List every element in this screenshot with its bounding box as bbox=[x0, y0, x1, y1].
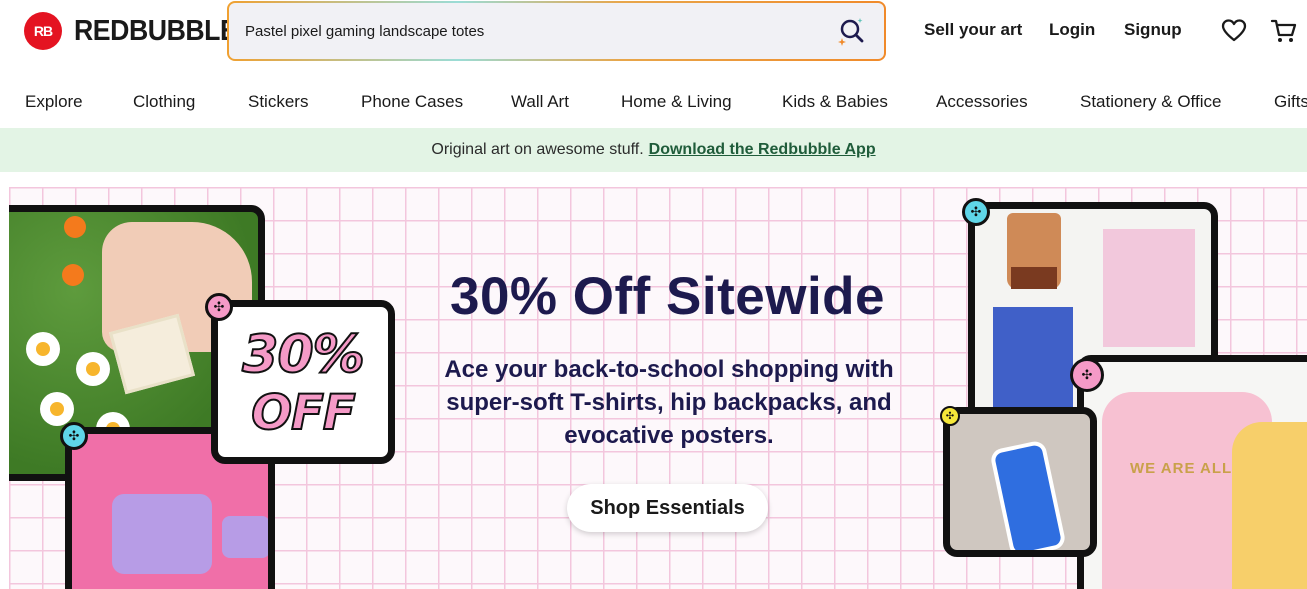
category-wall-art[interactable]: Wall Art bbox=[511, 92, 569, 112]
unicorn-poster bbox=[1103, 229, 1195, 347]
login-link[interactable]: Login bbox=[1049, 20, 1095, 40]
hero-banner: 30% OFF ✣ ✣ 30% Off Sitewide Ace your ba… bbox=[9, 187, 1307, 589]
container-image bbox=[222, 516, 268, 558]
logo-badge: RB bbox=[24, 12, 62, 50]
egg-pattern bbox=[26, 332, 60, 366]
shop-essentials-button[interactable]: Shop Essentials bbox=[567, 484, 768, 532]
blue-poster bbox=[993, 307, 1073, 417]
category-stickers[interactable]: Stickers bbox=[248, 92, 308, 112]
egg-pattern bbox=[76, 352, 110, 386]
signup-link[interactable]: Signup bbox=[1124, 20, 1182, 40]
category-clothing[interactable]: Clothing bbox=[133, 92, 195, 112]
site-header: RB REDBUBBLE Sell your art Login Signup bbox=[0, 0, 1307, 62]
promo-strip: Original art on awesome stuff. Download … bbox=[0, 128, 1307, 172]
category-stationery-office[interactable]: Stationery & Office bbox=[1080, 92, 1221, 112]
discount-badge-percent: 30% bbox=[241, 324, 365, 386]
category-home-living[interactable]: Home & Living bbox=[621, 92, 732, 112]
egg-pattern bbox=[40, 392, 74, 426]
hero-subtitle: Ace your back-to-school shopping with su… bbox=[444, 356, 894, 449]
category-accessories[interactable]: Accessories bbox=[936, 92, 1028, 112]
clover-badge-icon: ✣ bbox=[1070, 358, 1104, 392]
category-gifts[interactable]: Gifts bbox=[1274, 92, 1307, 112]
category-explore[interactable]: Explore bbox=[25, 92, 83, 112]
discount-badge-off: OFF bbox=[250, 384, 356, 442]
product-photo-tshirts: WE ARE ALL WEIRD bbox=[1077, 355, 1307, 589]
promo-text: Original art on awesome stuff. bbox=[431, 141, 644, 158]
sell-your-art-link[interactable]: Sell your art bbox=[924, 20, 1022, 40]
search-sparkle-icon[interactable] bbox=[834, 14, 868, 48]
download-app-link[interactable]: Download the Redbubble App bbox=[649, 141, 876, 159]
yellow-tshirt bbox=[1232, 422, 1307, 589]
clover-badge-icon: ✣ bbox=[940, 406, 960, 426]
search-bar bbox=[227, 1, 886, 61]
category-kids-babies[interactable]: Kids & Babies bbox=[782, 92, 888, 112]
category-phone-cases[interactable]: Phone Cases bbox=[361, 92, 463, 112]
category-nav: Explore Clothing Stickers Phone Cases Wa… bbox=[0, 80, 1307, 124]
search-input[interactable] bbox=[245, 22, 834, 40]
orange-image bbox=[64, 216, 86, 238]
search-box bbox=[229, 3, 884, 59]
inhaler-sticker bbox=[989, 439, 1067, 550]
clover-badge-icon: ✣ bbox=[962, 198, 990, 226]
logo-wordmark: REDBUBBLE bbox=[74, 14, 238, 47]
product-photo-sticker bbox=[943, 407, 1097, 557]
pixel-portrait-poster bbox=[1007, 213, 1061, 289]
lunchbox-image bbox=[112, 494, 212, 574]
heart-icon[interactable] bbox=[1221, 18, 1247, 44]
cart-icon[interactable] bbox=[1270, 18, 1298, 44]
clover-badge-icon: ✣ bbox=[60, 422, 88, 450]
redbubble-logo[interactable]: RB REDBUBBLE bbox=[24, 12, 252, 50]
